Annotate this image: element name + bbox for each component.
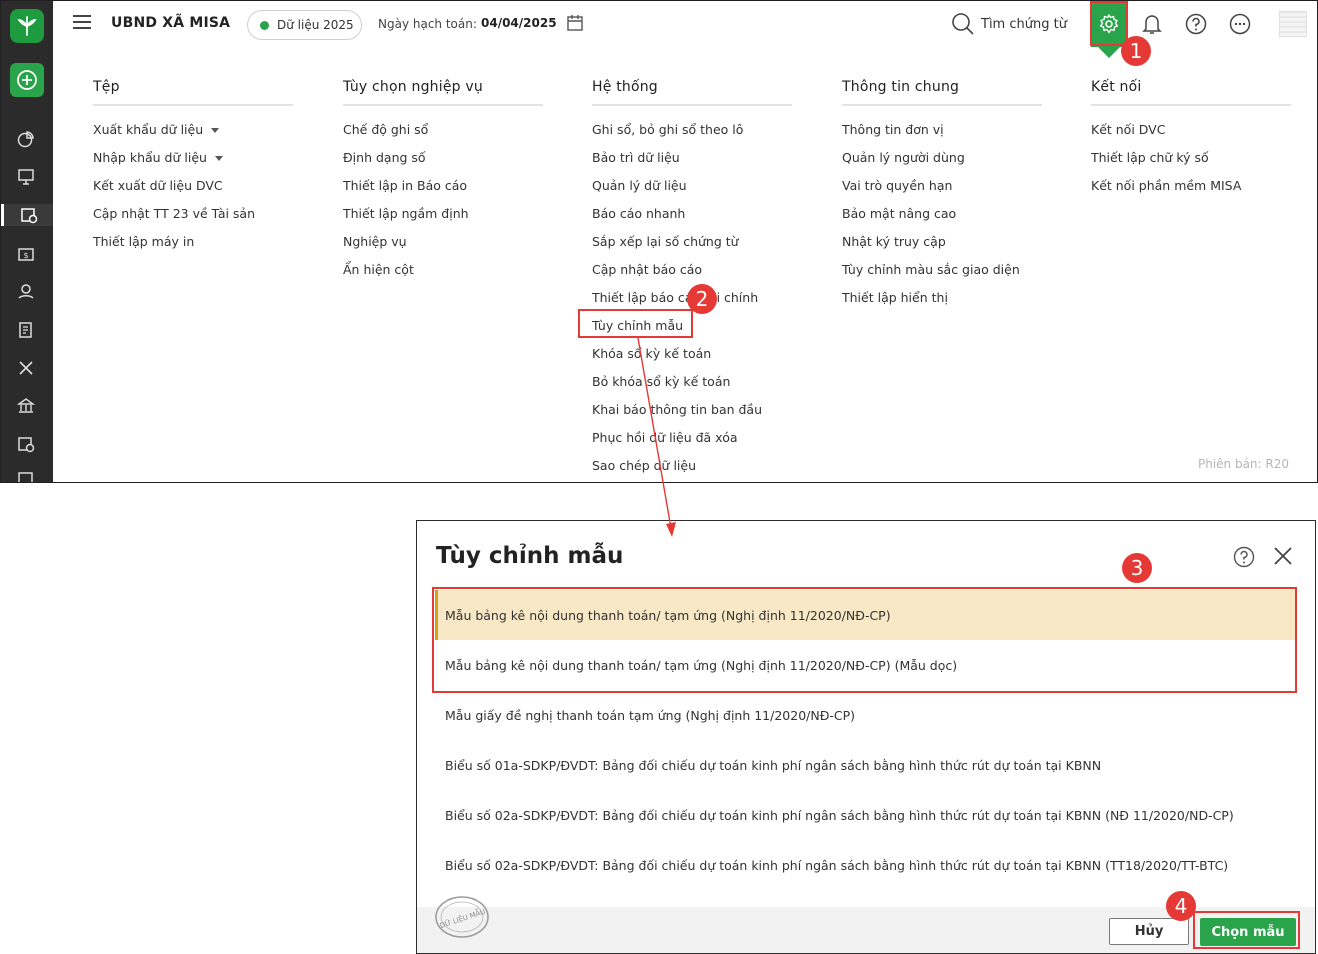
rail-tools-icon[interactable] [15, 357, 37, 379]
menu-item-theme-colors[interactable]: Tùy chỉnh màu sắc giao diện [842, 256, 1042, 284]
close-icon[interactable] [1272, 545, 1294, 571]
data-year-label: Dữ liệu 2025 [277, 18, 354, 32]
step-badge-3: 3 [1122, 553, 1152, 583]
menu-item-import-data[interactable]: Nhập khẩu dữ liệu [93, 144, 293, 172]
menu-item-operations[interactable]: Nghiệp vụ [343, 228, 543, 256]
menu-item-export-dvc[interactable]: Kết xuất dữ liệu DVC [93, 172, 293, 200]
menu-column-system: Hệ thống Ghi sổ, bỏ ghi sổ theo lô Bảo t… [592, 79, 792, 480]
rail-bank-icon[interactable] [15, 395, 37, 417]
search-icon [952, 13, 974, 35]
menu-column-general-info: Thông tin chung Thông tin đơn vị Quản lý… [842, 79, 1042, 312]
rail-cash-icon[interactable]: $ [15, 243, 37, 265]
help-icon[interactable] [1185, 13, 1207, 35]
misa-logo[interactable] [10, 9, 44, 43]
menu-item-quick-report[interactable]: Báo cáo nhanh [592, 200, 792, 228]
menu-item-display-setup[interactable]: Thiết lập hiển thị [842, 284, 1042, 312]
rail-dashboard-icon[interactable] [15, 128, 37, 150]
menu-item-default-setup[interactable]: Thiết lập ngầm định [343, 200, 543, 228]
caret-down-icon [214, 155, 223, 161]
dialog-title: Tùy chỉnh mẫu [436, 543, 624, 569]
cancel-button[interactable]: Hủy [1109, 918, 1189, 945]
customize-templates-dialog: Tùy chỉnh mẫu Mẫu bảng kê nội dung thanh… [416, 520, 1316, 954]
version-label: Phiên bản: R20 [1197, 457, 1289, 471]
menu-item-copy-data[interactable]: Sao chép dữ liệu [592, 452, 792, 480]
menu-item-roles[interactable]: Vai trò quyền hạn [842, 172, 1042, 200]
status-dot-icon [260, 20, 269, 30]
rail-monitor-icon[interactable] [15, 166, 37, 188]
menu-item-update-reports[interactable]: Cập nhật báo cáo [592, 256, 792, 284]
menu-item-connect-dvc[interactable]: Kết nối DVC [1091, 116, 1291, 144]
menu-item-restore-deleted[interactable]: Phục hồi dữ liệu đã xóa [592, 424, 792, 452]
step-badge-4: 4 [1166, 891, 1196, 921]
app-window: $ UBND XÃ MISA Dữ liệu 2025 Ngày hạch to… [0, 0, 1318, 483]
rail-budget-icon[interactable] [1, 204, 53, 226]
accounting-date-value[interactable]: 04/04/2025 [481, 16, 557, 30]
menu-column-connections: Kết nối Kết nối DVC Thiết lập chữ ký số … [1091, 79, 1291, 200]
plus-circle-icon [17, 70, 37, 90]
step-badge-1: 1 [1121, 36, 1151, 66]
menu-item-lock-period[interactable]: Khóa sổ kỳ kế toán [592, 340, 792, 368]
menu-column-file: Tệp Xuất khẩu dữ liệu Nhập khẩu dữ liệu … [93, 79, 293, 256]
screenshot-root: $ UBND XÃ MISA Dữ liệu 2025 Ngày hạch to… [0, 0, 1318, 954]
template-row[interactable]: Biểu số 01a-SDKP/ĐVDT: Bảng đối chiếu dự… [435, 740, 1297, 790]
menu-item-data-maintenance[interactable]: Bảo trì dữ liệu [592, 144, 792, 172]
more-options-icon[interactable] [1229, 13, 1251, 35]
data-year-selector[interactable]: Dữ liệu 2025 [247, 10, 362, 40]
menu-item-unit-info[interactable]: Thông tin đơn vị [842, 116, 1042, 144]
sample-data-stamp: DỮ LIỆU MẪU [435, 896, 489, 938]
menu-item-initial-info[interactable]: Khai báo thông tin ban đầu [592, 396, 792, 424]
stamp-text: DỮ LIỆU MẪU [438, 906, 486, 930]
left-rail: $ [1, 1, 53, 482]
org-name: UBND XÃ MISA [111, 15, 231, 31]
menu-item-access-log[interactable]: Nhật ký truy cập [842, 228, 1042, 256]
calendar-icon[interactable] [566, 14, 584, 36]
avatar[interactable] [1279, 11, 1307, 37]
menu-item-export-data[interactable]: Xuất khẩu dữ liệu [93, 116, 293, 144]
menu-item-digital-signature[interactable]: Thiết lập chữ ký số [1091, 144, 1291, 172]
leaf-logo-icon [17, 16, 37, 36]
menu-item-show-hide-columns[interactable]: Ẩn hiện cột [343, 256, 543, 284]
dialog-help-icon[interactable] [1233, 546, 1255, 572]
template-row[interactable]: Biểu số 02a-SDKP/ĐVDT: Bảng đối chiếu dự… [435, 840, 1297, 890]
svg-text:$: $ [23, 251, 28, 260]
menu-item-connect-misa[interactable]: Kết nối phần mềm MISA [1091, 172, 1291, 200]
menu-item-reorder-vouchers[interactable]: Sắp xếp lại số chứng từ [592, 228, 792, 256]
menu-item-data-management[interactable]: Quản lý dữ liệu [592, 172, 792, 200]
menu-item-advanced-security[interactable]: Bảo mật nâng cao [842, 200, 1042, 228]
menu-column-business-options: Tùy chọn nghiệp vụ Chế độ ghi sổ Định dạ… [343, 79, 543, 284]
rail-report-icon[interactable] [15, 469, 37, 482]
menu-column-title: Thông tin chung [842, 79, 1042, 106]
menu-item-update-tt23[interactable]: Cập nhật TT 23 về Tài sản [93, 200, 293, 228]
menu-column-title: Tệp [93, 79, 293, 106]
hamburger-menu-icon[interactable] [73, 15, 91, 31]
menu-item-unlock-period[interactable]: Bỏ khóa sổ kỳ kế toán [592, 368, 792, 396]
add-new-button[interactable] [10, 63, 44, 97]
menu-item-posting-mode[interactable]: Chế độ ghi sổ [343, 116, 543, 144]
menu-column-title: Hệ thống [592, 79, 792, 106]
settings-pointer [1098, 47, 1120, 58]
menu-column-title: Kết nối [1091, 79, 1291, 106]
search-placeholder: Tìm chứng từ [981, 16, 1067, 32]
highlight-template-rows [432, 587, 1297, 693]
template-row[interactable]: Mẫu giấy đề nghị thanh toán tạm ứng (Ngh… [435, 690, 1297, 740]
menu-item-batch-posting[interactable]: Ghi sổ, bỏ ghi sổ theo lô [592, 116, 792, 144]
rail-payment-icon[interactable] [15, 281, 37, 303]
menu-item-number-format[interactable]: Định dạng số [343, 144, 543, 172]
voucher-search[interactable]: Tìm chứng từ [951, 12, 1067, 36]
menu-item-printer-setup[interactable]: Thiết lập máy in [93, 228, 293, 256]
caret-down-icon [211, 127, 220, 133]
highlight-settings [1090, 1, 1128, 46]
menu-item-user-management[interactable]: Quản lý người dùng [842, 144, 1042, 172]
highlight-choose-button [1193, 911, 1300, 949]
template-row[interactable]: Biểu số 02a-SDKP/ĐVDT: Bảng đối chiếu dự… [435, 790, 1297, 840]
rail-asset-icon[interactable] [15, 433, 37, 455]
accounting-date-label: Ngày hạch toán: [378, 17, 477, 31]
step-badge-2: 2 [687, 284, 717, 314]
highlight-customize-templates [578, 309, 693, 338]
bell-icon[interactable] [1141, 13, 1163, 35]
menu-column-title: Tùy chọn nghiệp vụ [343, 79, 543, 106]
rail-document-icon[interactable] [15, 319, 37, 341]
menu-item-report-print-setup[interactable]: Thiết lập in Báo cáo [343, 172, 543, 200]
